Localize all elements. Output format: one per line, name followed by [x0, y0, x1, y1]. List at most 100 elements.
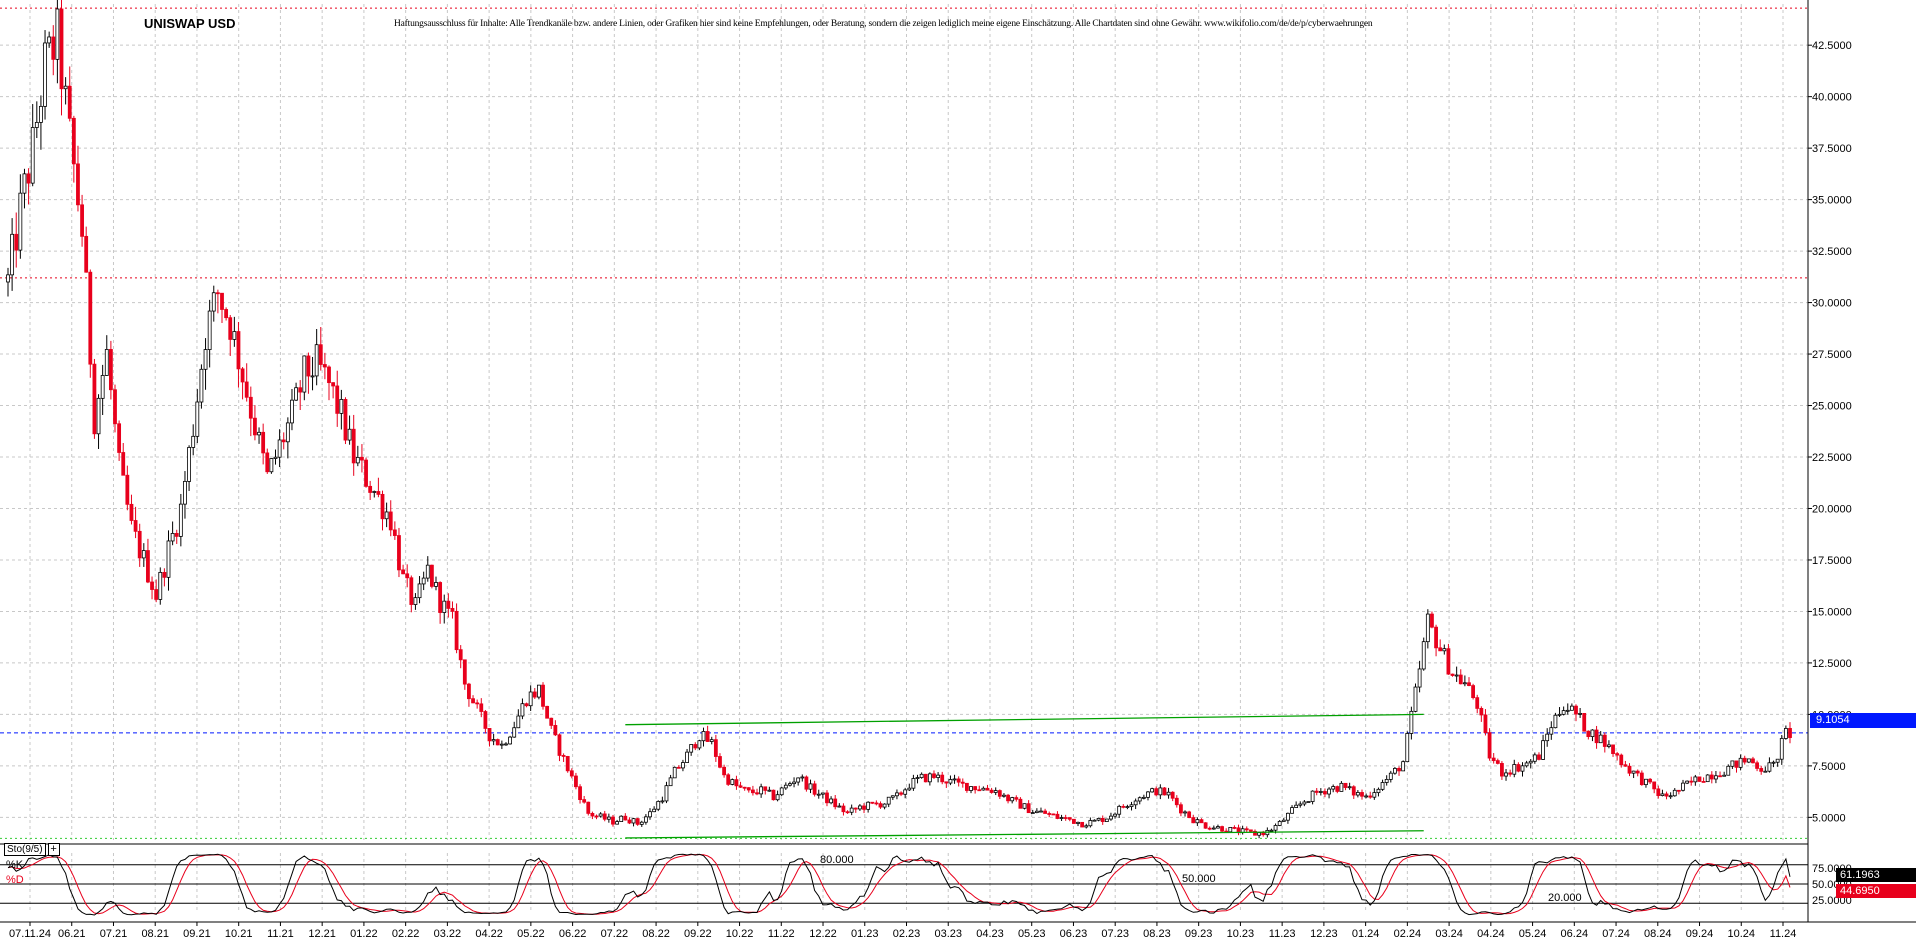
candle-body — [1006, 794, 1010, 802]
candle-body — [191, 435, 196, 448]
candle-body — [1129, 804, 1134, 808]
candle-body — [51, 36, 56, 60]
candle-body — [660, 800, 665, 803]
candle-body — [866, 801, 871, 810]
candle-body — [121, 452, 126, 476]
x-tick-label: 01.23 — [851, 928, 879, 940]
candle-body — [1269, 829, 1274, 832]
candle-body — [265, 452, 270, 473]
candle-body — [1067, 817, 1072, 820]
candle-body — [425, 564, 430, 579]
candle-body — [541, 684, 545, 707]
candle-body — [1368, 795, 1373, 798]
candle-body — [545, 705, 550, 719]
candle-body — [997, 790, 1002, 797]
candle-body — [936, 774, 940, 778]
candle-body — [656, 801, 661, 810]
candle-body — [1002, 794, 1006, 797]
candle-body — [129, 503, 134, 521]
candle-body — [1339, 782, 1344, 792]
candle-body — [1685, 780, 1690, 784]
candle-body — [203, 349, 208, 370]
candle-body — [602, 813, 607, 820]
candle-body — [409, 577, 414, 605]
candle-body — [685, 751, 689, 763]
candle-body — [1561, 710, 1566, 715]
x-tick-label: 02.22 — [392, 928, 420, 940]
candle-body — [1195, 819, 1200, 824]
candle-body — [347, 428, 352, 441]
candle-body — [899, 792, 903, 795]
candle-body — [1726, 765, 1731, 776]
candle-body — [141, 550, 146, 559]
candle-body — [1281, 819, 1286, 822]
candle-body — [911, 778, 916, 789]
candle-body — [401, 569, 405, 575]
candle-body — [693, 744, 698, 749]
x-tick-label: 11.21 — [267, 928, 294, 940]
candle-body — [351, 428, 356, 464]
candle-body — [1644, 778, 1648, 786]
candle-body — [1417, 668, 1422, 688]
candle-body — [1228, 827, 1233, 833]
x-tick-label: 03.22 — [434, 928, 462, 940]
candle-body — [1306, 801, 1311, 803]
candle-body — [100, 375, 105, 399]
candle-body — [1100, 817, 1105, 822]
candle-body — [1117, 805, 1122, 815]
candle-body — [1483, 714, 1488, 734]
candle-body — [384, 511, 389, 520]
candle-body — [977, 789, 982, 792]
candle-body — [1154, 788, 1159, 796]
candle-body — [738, 785, 743, 788]
y-tick-label: 30.0000 — [1812, 298, 1852, 310]
candle-body — [1199, 819, 1204, 824]
indicator-name[interactable]: Sto(9/5) — [4, 843, 46, 856]
candle-body — [681, 762, 685, 769]
candle-body — [211, 292, 216, 312]
y-tick-label: 15.0000 — [1812, 606, 1852, 618]
candle-body — [751, 789, 755, 794]
candle-body — [664, 785, 669, 802]
candle-body — [775, 794, 780, 801]
candle-body — [442, 600, 447, 613]
candle-body — [718, 756, 722, 768]
candle-body — [1121, 805, 1126, 808]
candle-body — [524, 703, 529, 707]
candle-body — [960, 781, 965, 784]
candle-body — [1343, 782, 1348, 788]
x-tick-label: 01.22 — [350, 928, 378, 940]
add-indicator-icon[interactable]: + — [47, 843, 60, 856]
candle-body — [462, 659, 467, 685]
candle-body — [648, 811, 652, 818]
candle-body — [1635, 770, 1640, 774]
candle-body — [1697, 776, 1702, 782]
candle-body — [39, 105, 43, 123]
candle-body — [1055, 813, 1060, 819]
candle-body — [178, 503, 183, 537]
candle-body — [158, 571, 163, 600]
axes: 5.00007.500010.000012.500015.000017.5000… — [0, 0, 1916, 940]
candle-body — [759, 786, 764, 795]
candle-body — [1537, 754, 1541, 760]
candle-body — [1639, 772, 1644, 786]
candle-body — [1615, 753, 1620, 756]
candle-body — [1783, 728, 1788, 739]
candle-body — [1179, 804, 1183, 814]
candle-body — [1607, 744, 1611, 747]
stoch-k-label: %K — [6, 859, 24, 871]
candle-body — [1298, 803, 1303, 806]
candle-body — [376, 491, 381, 495]
candle-body — [993, 790, 998, 793]
candle-body — [1018, 798, 1023, 809]
candle-body — [1598, 734, 1603, 744]
candle-body — [6, 274, 10, 283]
candle-body — [1191, 817, 1196, 824]
x-tick-label: 05.23 — [1018, 928, 1046, 940]
candle-body — [672, 766, 677, 779]
candle-body — [240, 368, 245, 383]
candle-body — [1627, 765, 1632, 774]
candle-body — [549, 717, 554, 726]
candle-body — [1113, 813, 1117, 817]
y-tick-label: 17.5000 — [1812, 555, 1852, 567]
